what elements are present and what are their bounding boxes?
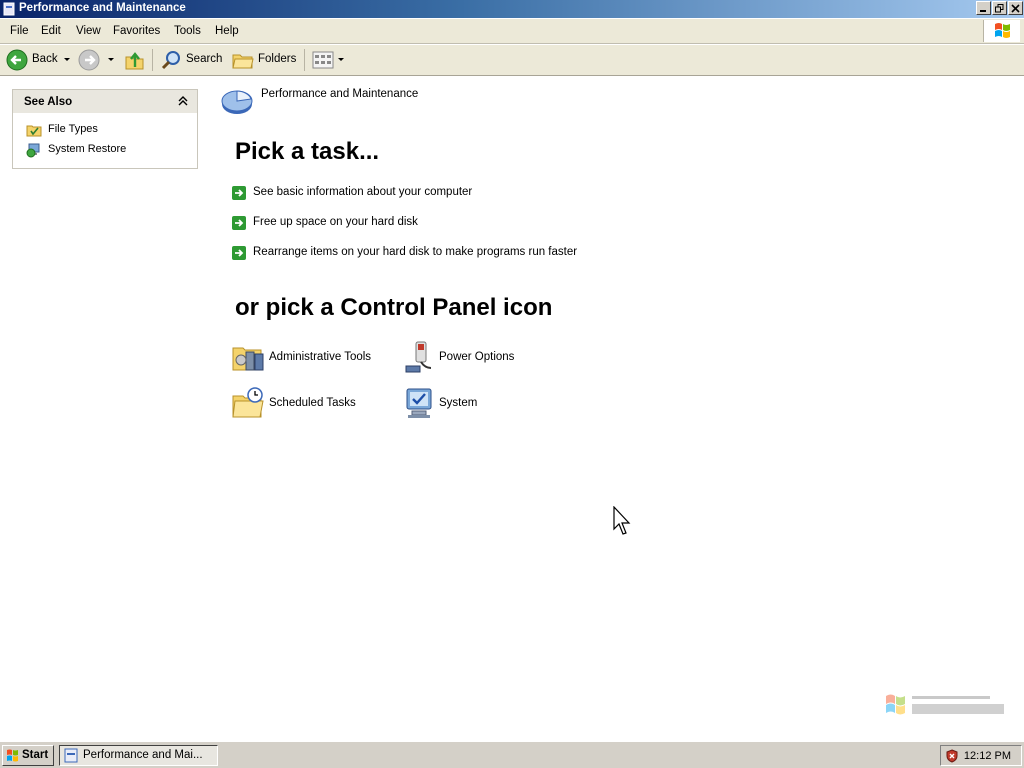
folders-button[interactable]: Folders [230, 48, 300, 72]
control-panel-item-administrative-tools[interactable]: Administrative Tools [232, 340, 392, 374]
system-tray: 12:12 PM [940, 745, 1022, 766]
views-dropdown-icon[interactable] [338, 58, 344, 61]
toolbar-separator [152, 49, 153, 71]
minimize-icon [980, 10, 986, 12]
see-also-header[interactable]: See Also [13, 90, 197, 113]
control-panel-item-power-options[interactable]: Power Options [402, 340, 532, 374]
search-label: Search [186, 53, 223, 65]
administrative-tools-icon [232, 347, 264, 371]
forward-arrow-icon[interactable] [78, 49, 100, 71]
security-shield-icon[interactable] [945, 749, 959, 763]
toolbar: Back Search Folders [0, 45, 1024, 76]
back-arrow-icon [6, 49, 28, 71]
system-icon [406, 388, 432, 418]
mouse-cursor-icon [613, 506, 631, 535]
window-title: Performance and Maintenance [19, 2, 186, 14]
search-icon [161, 51, 180, 70]
see-also-title: See Also [24, 96, 73, 108]
toolbar-separator [304, 49, 305, 71]
taskbar: Start Performance and Mai... 12:12 PM [0, 741, 1024, 768]
green-arrow-icon [232, 216, 246, 230]
control-panel-item-label: Scheduled Tasks [269, 397, 356, 409]
back-dropdown-icon[interactable] [64, 58, 70, 61]
clock[interactable]: 12:12 PM [964, 750, 1011, 762]
menu-view[interactable]: View [76, 25, 101, 37]
views-icon[interactable] [312, 51, 334, 69]
taskbar-window-label: Performance and Mai... [83, 749, 203, 761]
forward-dropdown-icon[interactable] [108, 58, 114, 61]
menu-file[interactable]: File [10, 25, 29, 37]
minimize-button[interactable] [976, 1, 991, 15]
category-title: Performance and Maintenance [261, 88, 419, 100]
menu-edit[interactable]: Edit [41, 25, 61, 37]
system-restore-icon [26, 143, 40, 158]
menu-favorites[interactable]: Favorites [113, 25, 160, 37]
windows-flag-icon [995, 23, 1010, 38]
close-button[interactable] [1008, 1, 1023, 15]
close-icon [1011, 4, 1020, 13]
performance-maintenance-icon [221, 90, 253, 114]
control-panel-item-label: Administrative Tools [269, 351, 372, 363]
taskbar-window-button[interactable]: Performance and Mai... [59, 745, 218, 766]
windows-flag-icon [7, 749, 18, 762]
see-also-panel: See Also File Types System Restore [12, 89, 198, 169]
control-panel-icon [3, 2, 15, 16]
control-panel-item-label: System [439, 397, 478, 409]
menu-bar: File Edit View Favorites Tools Help [0, 19, 1024, 44]
task-label: Free up space on your hard disk [253, 216, 418, 228]
back-label: Back [32, 53, 58, 65]
control-panel-icon [64, 748, 78, 763]
folders-icon [232, 54, 254, 69]
menu-help[interactable]: Help [215, 25, 239, 37]
green-arrow-icon [232, 246, 246, 260]
restore-icon [995, 4, 1004, 13]
restore-button[interactable] [992, 1, 1007, 15]
task-label: Rearrange items on your hard disk to mak… [253, 246, 578, 258]
scheduled-tasks-icon [232, 387, 264, 418]
up-folder-icon[interactable] [124, 49, 146, 71]
control-panel-item-system[interactable]: System [402, 386, 512, 420]
start-button[interactable]: Start [2, 745, 54, 766]
control-panel-item-label: Power Options [439, 351, 515, 363]
title-bar[interactable]: Performance and Maintenance [0, 0, 1024, 18]
task-label: See basic information about your compute… [253, 186, 473, 198]
menu-tools[interactable]: Tools [174, 25, 201, 37]
collapse-chevron-icon[interactable] [178, 96, 188, 106]
power-options-icon [405, 341, 432, 373]
control-panel-item-scheduled-tasks[interactable]: Scheduled Tasks [232, 386, 392, 420]
green-arrow-icon [232, 186, 246, 200]
back-button[interactable]: Back [4, 48, 72, 72]
see-also-item-label: File Types [48, 123, 98, 135]
see-also-item-label: System Restore [48, 143, 127, 155]
windows-logo [983, 20, 1020, 42]
file-types-icon [26, 125, 42, 137]
starter-edition-watermark [886, 694, 1004, 715]
search-button[interactable]: Search [158, 48, 226, 72]
task-heading: Pick a task... [235, 138, 380, 165]
start-label: Start [22, 749, 49, 761]
folders-label: Folders [258, 53, 297, 65]
icon-heading: or pick a Control Panel icon [235, 294, 553, 321]
